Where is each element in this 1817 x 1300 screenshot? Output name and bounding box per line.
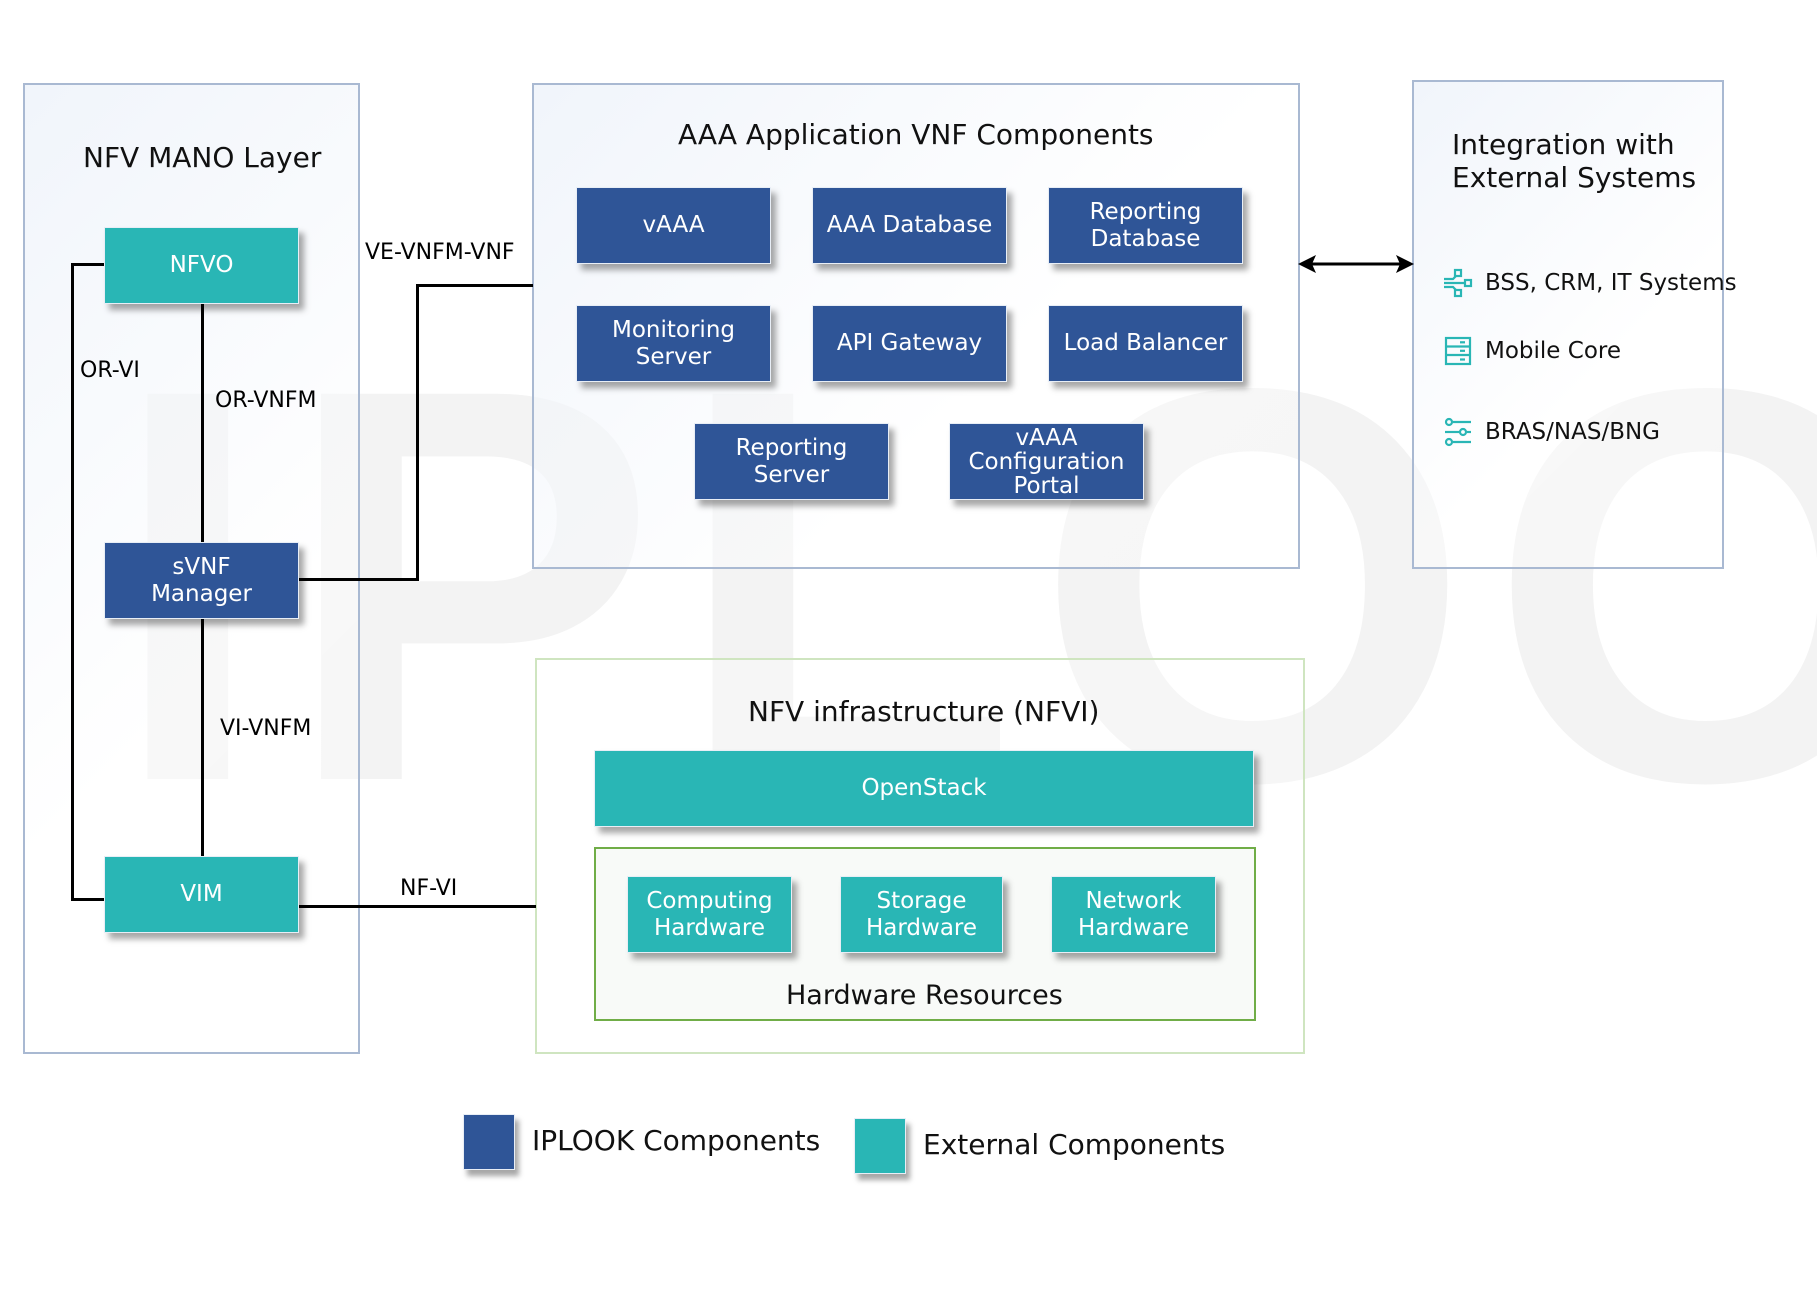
aaa-title: AAA Application VNF Components	[678, 118, 1154, 151]
hardware-resources-title: Hardware Resources	[786, 980, 1063, 1011]
ve-vnfm-vnf-label: VE-VNFM-VNF	[365, 240, 515, 265]
nf-vi-label: NF-VI	[400, 876, 458, 901]
or-vnfm-line	[201, 303, 204, 543]
vi-vnfm-line	[201, 618, 204, 858]
aaa-component-reporting-database[interactable]: Reporting Database	[1048, 187, 1243, 264]
bidirectional-arrow-icon	[1298, 255, 1414, 273]
openstack-box[interactable]: OpenStack	[594, 750, 1254, 827]
integration-item-mobile-core: Mobile Core	[1443, 336, 1621, 366]
or-vi-label: OR-VI	[80, 358, 140, 383]
integration-item-label: BSS, CRM, IT Systems	[1485, 270, 1737, 296]
nfvi-title: NFV infrastructure (NFVI)	[748, 695, 1100, 728]
legend-iplook-label: IPLOOK Components	[532, 1124, 821, 1157]
integration-item-label: BRAS/NAS/BNG	[1485, 419, 1661, 445]
integration-title-line2: External Systems	[1452, 161, 1697, 194]
integration-title-line1: Integration with	[1452, 128, 1675, 161]
legend-iplook-swatch	[463, 1114, 515, 1170]
aaa-component-vaaa[interactable]: vAAA	[576, 187, 771, 264]
ve-vnfm-vnf-line-v	[416, 284, 419, 581]
computing-hardware-box[interactable]: Computing Hardware	[627, 876, 792, 953]
aaa-component-api-gateway[interactable]: API Gateway	[812, 305, 1007, 382]
ve-vnfm-vnf-line-h2	[416, 284, 533, 287]
legend-external-swatch	[854, 1118, 906, 1174]
svnf-manager-box[interactable]: sVNF Manager	[104, 542, 299, 619]
sliders-icon	[1444, 417, 1471, 447]
aaa-component-aaa-database[interactable]: AAA Database	[812, 187, 1007, 264]
or-vnfm-label: OR-VNFM	[215, 388, 317, 413]
legend-external-label: External Components	[923, 1128, 1226, 1161]
integration-item-label: Mobile Core	[1485, 338, 1621, 364]
or-vi-line-top	[71, 263, 105, 266]
or-vi-line-vertical	[71, 263, 74, 901]
integration-item-bras: BRAS/NAS/BNG	[1443, 417, 1660, 447]
aaa-component-monitoring-server[interactable]: Monitoring Server	[576, 305, 771, 382]
storage-hardware-box[interactable]: Storage Hardware	[840, 876, 1003, 953]
network-hardware-box[interactable]: Network Hardware	[1051, 876, 1216, 953]
integration-item-bss: BSS, CRM, IT Systems	[1443, 268, 1737, 298]
aaa-component-vaaa-configuration-portal[interactable]: vAAA Configuration Portal	[949, 423, 1144, 500]
nf-vi-line	[299, 905, 536, 908]
mano-title: NFV MANO Layer	[83, 141, 322, 174]
vim-box[interactable]: VIM	[104, 856, 299, 933]
aaa-component-load-balancer[interactable]: Load Balancer	[1048, 305, 1243, 382]
vi-vnfm-label: VI-VNFM	[220, 716, 312, 741]
or-vi-line-bottom	[71, 898, 105, 901]
nfvo-box[interactable]: NFVO	[104, 227, 299, 304]
server-rack-icon	[1444, 336, 1472, 366]
network-flow-icon	[1444, 268, 1473, 298]
aaa-component-reporting-server[interactable]: Reporting Server	[694, 423, 889, 500]
ve-vnfm-vnf-line-h1	[299, 578, 419, 581]
